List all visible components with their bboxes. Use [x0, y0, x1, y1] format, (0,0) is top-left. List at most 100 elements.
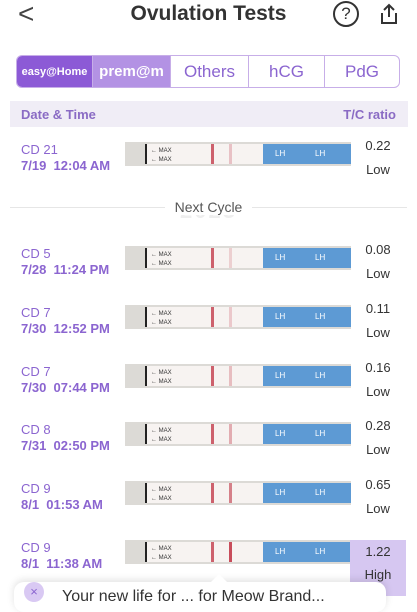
promo-banner[interactable]: × Your new life for ... for Meow Brand..…: [14, 574, 386, 612]
test-line: [229, 307, 232, 327]
test-row[interactable]: CD 7 7/30 07:44 PM ← MAX ← MAX LH LH 0.16 Low: [0, 360, 417, 416]
test-line: [229, 424, 232, 444]
test-strip-image[interactable]: ← MAX ← MAX LH LH: [125, 246, 351, 270]
test-line: [229, 366, 232, 386]
tab-easyathome[interactable]: easy@Home: [17, 56, 93, 87]
test-strip-image[interactable]: ← MAX ← MAX LH LH: [125, 142, 351, 166]
brand-tabs: easy@Home prem@m Others hCG PdG: [16, 55, 400, 88]
strip-lh-label: LH: [315, 429, 325, 438]
cycle-day: CD 5: [21, 246, 51, 261]
ratio-value: 1.22: [365, 544, 391, 559]
control-line: [211, 144, 214, 164]
strip-lh-label: LH: [315, 149, 325, 158]
ratio-cell: 0.65 Low: [350, 477, 406, 537]
test-strip-image[interactable]: ← MAX ← MAX LH LH: [125, 540, 351, 564]
strip-lh-label: LH: [315, 488, 325, 497]
strip-lh-label: LH: [275, 253, 285, 262]
strip-lh-label: LH: [315, 371, 325, 380]
control-line: [211, 542, 214, 562]
strip-lh-label: LH: [315, 547, 325, 556]
header-bar: < Ovulation Tests ?: [0, 0, 417, 34]
cycle-day: CD 8: [21, 422, 51, 437]
strip-max-label: ← MAX: [151, 487, 172, 493]
strip-max-label: ← MAX: [151, 379, 172, 385]
control-line: [211, 248, 214, 268]
strip-lh-label: LH: [315, 253, 325, 262]
table-header: Date & Time T/C ratio: [10, 101, 408, 127]
strip-lh-label: LH: [275, 547, 285, 556]
ratio-value: 0.65: [365, 477, 391, 492]
next-cycle-text: Next Cycle: [164, 199, 253, 215]
test-line: [229, 248, 232, 268]
strip-lh-label: LH: [275, 488, 285, 497]
ratio-cell: 0.28 Low: [350, 418, 406, 478]
test-strip-image[interactable]: ← MAX ← MAX LH LH: [125, 364, 351, 388]
share-icon[interactable]: [377, 2, 401, 26]
ratio-level: Low: [366, 325, 390, 340]
ratio-cell: 0.22 Low: [350, 138, 406, 198]
ratio-level: Low: [366, 266, 390, 281]
strip-lh-label: LH: [275, 149, 285, 158]
cycle-day: CD 7: [21, 305, 51, 320]
strip-lh-label: LH: [315, 312, 325, 321]
tab-others[interactable]: Others: [171, 56, 249, 87]
ratio-value: 0.11: [365, 301, 391, 316]
ratio-cell: 0.16 Low: [350, 360, 406, 420]
test-datetime: 8/1 11:38 AM: [21, 556, 103, 571]
control-line: [211, 424, 214, 444]
strip-max-label: ← MAX: [151, 370, 172, 376]
strip-max-label: ← MAX: [151, 261, 172, 267]
ratio-value: 0.08: [365, 242, 391, 257]
ratio-value: 0.22: [365, 138, 391, 153]
strip-max-label: ← MAX: [151, 555, 172, 561]
ratio-cell: 0.08 Low: [350, 242, 406, 302]
next-cycle-label: Next Cycle: [0, 199, 417, 215]
tab-pdg[interactable]: PdG: [325, 56, 399, 87]
test-strip-image[interactable]: ← MAX ← MAX LH LH: [125, 305, 351, 329]
strip-max-label: ← MAX: [151, 157, 172, 163]
test-datetime: 8/1 01:53 AM: [21, 497, 103, 512]
ratio-level: Low: [366, 501, 390, 516]
close-icon[interactable]: ×: [24, 582, 44, 602]
strip-max-label: ← MAX: [151, 546, 172, 552]
cycle-day: CD 7: [21, 364, 51, 379]
ratio-level: Low: [366, 162, 390, 177]
strip-max-label: ← MAX: [151, 252, 172, 258]
test-row[interactable]: CD 7 7/30 12:52 PM ← MAX ← MAX LH LH 0.11 Low: [0, 301, 417, 357]
test-line: [229, 483, 232, 503]
help-icon[interactable]: ?: [333, 1, 359, 27]
ratio-value: 0.16: [365, 360, 391, 375]
test-datetime: 7/31 02:50 PM: [21, 438, 110, 453]
test-row[interactable]: CD 8 7/31 02:50 PM ← MAX ← MAX LH LH 0.28 Low: [0, 418, 417, 474]
strip-max-label: ← MAX: [151, 320, 172, 326]
strip-max-label: ← MAX: [151, 428, 172, 434]
cycle-day: CD 9: [21, 481, 51, 496]
tab-premom[interactable]: prem@m: [93, 56, 171, 87]
test-row[interactable]: CD 9 8/1 01:53 AM ← MAX ← MAX LH LH 0.65 Low: [0, 477, 417, 533]
ratio-level: Low: [366, 442, 390, 457]
date-time-header: Date & Time: [21, 107, 96, 122]
test-line: [229, 542, 232, 562]
control-line: [211, 307, 214, 327]
test-strip-image[interactable]: ← MAX ← MAX LH LH: [125, 481, 351, 505]
test-datetime: 7/30 12:52 PM: [21, 321, 110, 336]
test-datetime: 7/30 07:44 PM: [21, 380, 110, 395]
test-strip-image[interactable]: ← MAX ← MAX LH LH: [125, 422, 351, 446]
strip-max-label: ← MAX: [151, 437, 172, 443]
tc-ratio-header: T/C ratio: [343, 107, 396, 122]
control-line: [211, 483, 214, 503]
test-datetime: 7/28 11:24 PM: [21, 262, 110, 277]
strip-max-label: ← MAX: [151, 496, 172, 502]
cycle-day: CD 9: [21, 540, 51, 555]
control-line: [211, 366, 214, 386]
test-row[interactable]: CD 5 7/28 11:24 PM ← MAX ← MAX LH LH 0.08 Low: [0, 242, 417, 298]
test-line: [229, 144, 232, 164]
tab-hcg[interactable]: hCG: [249, 56, 325, 87]
strip-max-label: ← MAX: [151, 311, 172, 317]
test-datetime: 7/19 12:04 AM: [21, 158, 111, 173]
ratio-level: Low: [366, 384, 390, 399]
test-row[interactable]: CD 21 7/19 12:04 AM ← MAX ← MAX LH LH 0.22 Low: [0, 138, 417, 194]
strip-max-label: ← MAX: [151, 148, 172, 154]
ratio-value: 0.28: [365, 418, 391, 433]
strip-lh-label: LH: [275, 312, 285, 321]
